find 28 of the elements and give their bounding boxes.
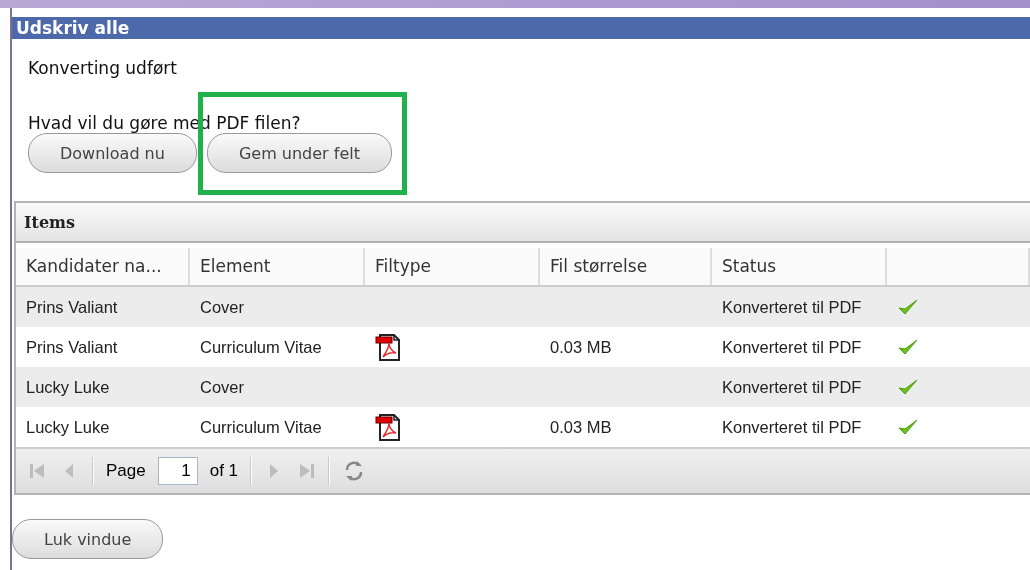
candidate-name: Lucky Luke: [25, 417, 111, 437]
file-size: 0.03 MB: [549, 337, 613, 357]
element-name: Cover: [199, 377, 245, 397]
page-label: Page: [106, 461, 146, 481]
close-window-button[interactable]: Luk vindue: [12, 519, 164, 559]
status-text: Konverteret til PDF: [721, 297, 863, 317]
file-size: 0.03 MB: [549, 417, 613, 437]
element-name: Curriculum Vitae: [199, 337, 323, 357]
status-text: Konverteret til PDF: [721, 417, 863, 437]
status-text: Konverteret til PDF: [721, 377, 863, 397]
status-text: Konverteret til PDF: [721, 337, 863, 357]
column-header[interactable]: Status: [712, 248, 887, 285]
save-button[interactable]: Gem under felt: [206, 133, 392, 173]
candidate-name: Prins Valiant: [25, 297, 119, 317]
candidate-name: Prins Valiant: [25, 337, 119, 357]
column-header[interactable]: Kandidater na...: [16, 248, 190, 285]
candidate-name: Lucky Luke: [25, 377, 111, 397]
grid-title: Items: [23, 212, 75, 232]
page-count: of 1: [209, 461, 239, 481]
column-header[interactable]: Fil størrelse: [540, 248, 712, 285]
element-name: Curriculum Vitae: [199, 417, 323, 437]
window-title: Udskriv alle: [12, 17, 1030, 39]
element-name: Cover: [199, 297, 245, 317]
download-button[interactable]: Download nu: [28, 133, 197, 173]
column-header[interactable]: Filtype: [365, 248, 540, 285]
status-message: Konverting udført: [28, 58, 178, 78]
column-header[interactable]: Element: [190, 248, 365, 285]
page-number-field[interactable]: 1: [157, 457, 198, 485]
